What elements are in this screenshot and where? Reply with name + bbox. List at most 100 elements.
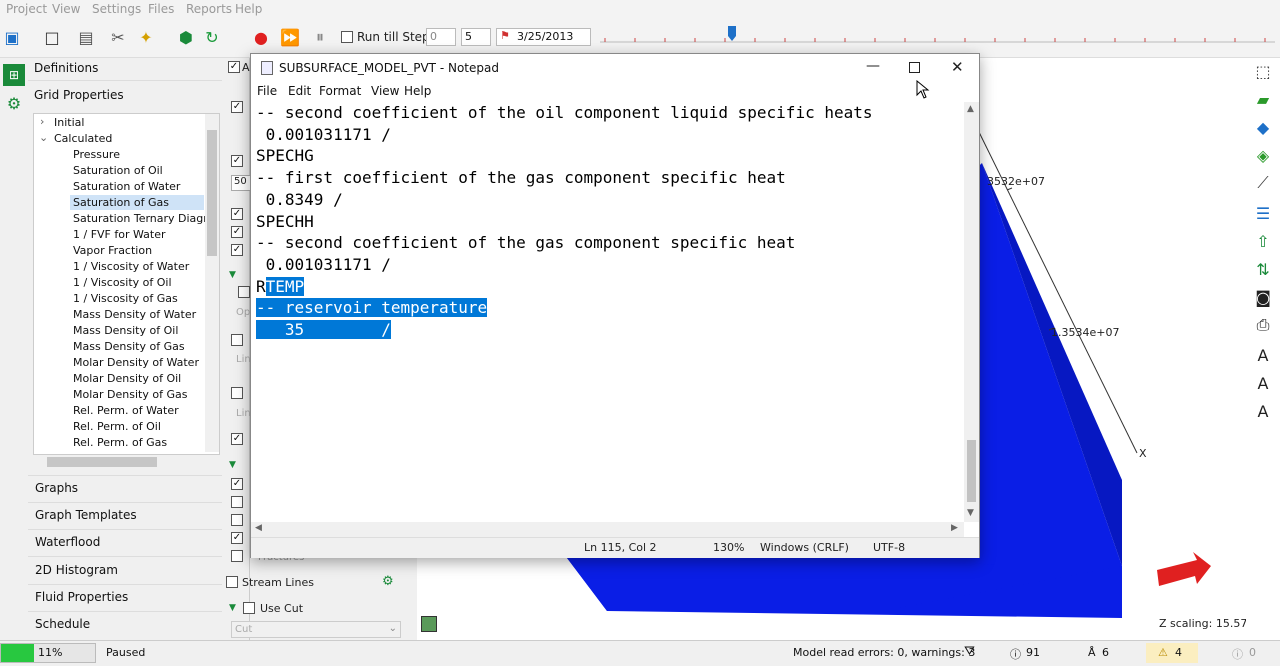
notepad-hscroll[interactable]: ◀ ▶ [251, 522, 964, 537]
layers-icon[interactable]: ▰ [1252, 88, 1274, 110]
tree-item[interactable]: 1 / FVF for Water [73, 228, 166, 241]
section-graphs[interactable]: Graphs [35, 481, 78, 495]
option-checkbox[interactable]: ✓ [231, 433, 243, 445]
menu-reports[interactable]: Reports [186, 2, 232, 16]
ruler-icon[interactable]: ⟋ [1252, 172, 1274, 194]
stream-lines-settings-icon[interactable]: ⚙ [382, 574, 394, 589]
scroll-up-icon[interactable]: ▲ [967, 104, 974, 114]
notepad-titlebar[interactable]: SUBSURFACE_MODEL_PVT - Notepad — ✕ [251, 54, 979, 82]
tree-hscroll[interactable] [33, 455, 220, 469]
section-waterflood[interactable]: Waterflood [35, 535, 100, 549]
green-layers-icon[interactable]: ◈ [1252, 144, 1274, 166]
tree-item[interactable]: Pressure [73, 148, 120, 161]
info-icon[interactable]: ⓘ [1010, 646, 1021, 662]
option-checkbox[interactable]: ✓ [231, 101, 243, 113]
notepad-text-area[interactable]: -- second coefficient of the oil compone… [256, 102, 966, 522]
collapse-icon[interactable]: ▼ [229, 460, 236, 470]
use-cut-checkbox[interactable] [243, 602, 255, 614]
tree-item[interactable]: Mass Density of Gas [73, 340, 185, 353]
section-graph-templates[interactable]: Graph Templates [35, 508, 137, 522]
warning-box[interactable] [1146, 643, 1198, 663]
timeline-slider[interactable] [595, 22, 1280, 52]
notepad-menu-help[interactable]: Help [404, 84, 431, 98]
minimize-button[interactable]: — [866, 58, 880, 74]
tools-icon[interactable]: ✂ [108, 27, 128, 47]
date-picker[interactable]: 3/25/2013 [496, 28, 591, 46]
tree-item[interactable]: Molar Density of Oil [73, 372, 181, 385]
step-from-spinner[interactable]: 0 [426, 28, 456, 46]
option-checkbox[interactable] [238, 286, 250, 298]
tree-item[interactable]: Vapor Fraction [73, 244, 152, 257]
person-icon[interactable]: Å [1088, 646, 1096, 659]
notepad-menu-view[interactable]: View [371, 84, 399, 98]
section-2d-histogram[interactable]: 2D Histogram [35, 563, 118, 577]
close-button[interactable]: ✕ [951, 58, 964, 76]
save-icon[interactable]: ▤ [76, 27, 96, 47]
tree-collapse-calculated-icon[interactable]: ⌄ [39, 131, 48, 144]
sort-icon[interactable]: ⇅ [1252, 258, 1274, 280]
notepad-menu-format[interactable]: Format [319, 84, 361, 98]
notepad-window[interactable]: SUBSURFACE_MODEL_PVT - Notepad — ✕ File … [250, 53, 980, 558]
tree-item[interactable]: Mass Density of Oil [73, 324, 178, 337]
record-icon[interactable]: ● [251, 27, 271, 47]
tree-vscroll[interactable] [205, 114, 219, 452]
tree-item-calculated[interactable]: Calculated [54, 132, 112, 145]
tree-item-selected[interactable]: Saturation of Gas [70, 195, 204, 210]
run-till-step-checkbox[interactable] [341, 31, 353, 43]
window-icon[interactable]: □ [42, 27, 62, 47]
option-checkbox[interactable]: ✓ [231, 532, 243, 544]
scroll-down-icon[interactable]: ▼ [967, 508, 974, 518]
option-checkbox[interactable] [231, 550, 243, 562]
scroll-right-icon[interactable]: ▶ [951, 523, 958, 533]
scroll-left-icon[interactable]: ◀ [255, 523, 262, 533]
option-checkbox[interactable]: ✓ [231, 155, 243, 167]
timeline-thumb[interactable] [728, 26, 736, 41]
section-schedule[interactable]: Schedule [35, 617, 90, 631]
option-checkbox[interactable]: ✓ [231, 478, 243, 490]
option-checkbox[interactable]: ✓ [231, 244, 243, 256]
camera-icon[interactable]: ◙ [1252, 286, 1274, 308]
text-annotation-icon[interactable]: A [1252, 344, 1274, 366]
option-checkbox[interactable] [231, 514, 243, 526]
tree-hscroll-thumb[interactable] [47, 457, 157, 467]
print-icon[interactable]: ⎙ [1252, 314, 1274, 336]
stream-lines-checkbox[interactable] [226, 576, 238, 588]
collapse-icon[interactable]: ▼ [229, 270, 236, 280]
grid-cube-icon[interactable]: ⬢ [176, 27, 196, 47]
new-window-icon[interactable]: ▣ [2, 27, 22, 47]
text-settings-icon[interactable]: A [1252, 372, 1274, 394]
menu-view[interactable]: View [52, 2, 80, 16]
option-checkbox[interactable]: ✓ [231, 208, 243, 220]
grid-properties-header[interactable]: Grid Properties [34, 88, 124, 102]
tree-item-initial[interactable]: Initial [54, 116, 84, 129]
3d-cube-small-icon[interactable] [421, 616, 437, 632]
refresh-icon[interactable]: ↻ [202, 27, 222, 47]
tree-item[interactable]: 1 / Viscosity of Water [73, 260, 189, 273]
option-checkbox[interactable]: ✓ [231, 226, 243, 238]
notepad-vscroll[interactable]: ▲ ▼ [964, 102, 979, 522]
tree-expand-initial-icon[interactable]: › [40, 115, 44, 128]
tree-item[interactable]: Saturation of Oil [73, 164, 163, 177]
collapse-icon[interactable]: ▼ [229, 603, 236, 613]
maximize-button[interactable] [909, 62, 920, 73]
text-zoom-icon[interactable]: A [1252, 400, 1274, 422]
menu-files[interactable]: Files [148, 2, 174, 16]
definitions-header[interactable]: Definitions [34, 61, 98, 75]
tree-item[interactable]: Mass Density of Water [73, 308, 196, 321]
menu-project[interactable]: Project [6, 2, 47, 16]
tree-item[interactable]: Rel. Perm. of Gas [73, 436, 167, 449]
step-to-spinner[interactable]: 5 [461, 28, 491, 46]
menu-help[interactable]: Help [235, 2, 262, 16]
tree-item[interactable]: Rel. Perm. of Water [73, 404, 179, 417]
error-icon[interactable]: ⓘ [1232, 646, 1243, 662]
menu-settings[interactable]: Settings [92, 2, 141, 16]
tree-item[interactable]: 1 / Viscosity of Oil [73, 276, 172, 289]
tree-item[interactable]: Rel. Perm. of Oil [73, 420, 161, 433]
list-icon[interactable]: ☰ [1252, 202, 1274, 224]
upload-icon[interactable]: ⇧ [1252, 230, 1274, 252]
tree-item[interactable]: Saturation of Water [73, 180, 180, 193]
notepad-vscroll-thumb[interactable] [967, 440, 976, 502]
cut-select[interactable]: Cut ⌄ [231, 621, 401, 638]
pause-icon[interactable]: ⏸ [310, 27, 330, 47]
section-fluid-properties[interactable]: Fluid Properties [35, 590, 128, 604]
